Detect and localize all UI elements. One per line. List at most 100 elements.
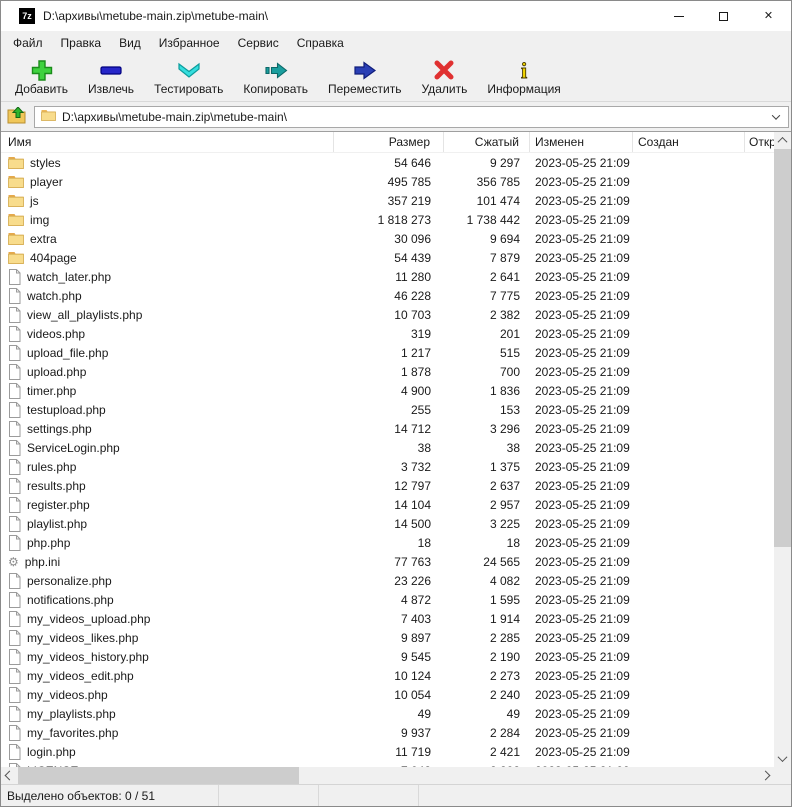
column-header-created[interactable]: Создан [633,132,745,152]
table-row[interactable]: ⚙ timer.php 4 900 1 836 2023-05-25 21:09 [1,381,774,400]
extract-button[interactable]: Извлечь [78,55,144,101]
add-button[interactable]: Добавить [5,55,78,101]
chevron-down-icon [772,111,780,119]
table-row[interactable]: ⚙ settings.php 14 712 3 296 2023-05-25 2… [1,419,774,438]
file-packed: 101 474 [444,194,530,208]
file-icon [8,364,21,380]
table-row[interactable]: ⚙ php.php 18 18 2023-05-25 21:09 [1,533,774,552]
file-modified: 2023-05-25 21:09 [530,327,633,341]
info-button[interactable]: i Информация [477,55,570,101]
column-header-modified[interactable]: Изменен [530,132,633,152]
file-size: 7 403 [334,612,444,626]
file-name: personalize.php [27,574,112,588]
menu-tools[interactable]: Сервис [229,33,288,53]
menu-favorites[interactable]: Избранное [150,33,229,53]
horizontal-scroll-thumb[interactable] [18,767,299,784]
table-row[interactable]: ⚙ 404page 54 439 7 879 2023-05-25 21:09 [1,248,774,267]
table-row[interactable]: ⚙ extra 30 096 9 694 2023-05-25 21:09 [1,229,774,248]
file-modified: 2023-05-25 21:09 [530,346,633,360]
scroll-right-button[interactable] [757,767,774,784]
delete-button[interactable]: Удалить [412,55,478,101]
file-packed: 2 190 [444,650,530,664]
file-list-panel: Имя Размер Сжатый Изменен Создан Откры ⚙… [1,131,791,784]
minimize-button[interactable] [656,1,701,31]
folder-icon [8,232,24,245]
close-button[interactable]: ✕ [746,1,791,31]
table-row[interactable]: ⚙ img 1 818 273 1 738 442 2023-05-25 21:… [1,210,774,229]
copy-button[interactable]: Копировать [233,55,318,101]
scroll-up-button[interactable] [774,132,791,149]
table-row[interactable]: ⚙ my_videos_history.php 9 545 2 190 2023… [1,647,774,666]
menu-help[interactable]: Справка [288,33,353,53]
file-name: rules.php [27,460,76,474]
table-row[interactable]: ⚙ my_videos.php 10 054 2 240 2023-05-25 … [1,685,774,704]
info-label: Информация [487,82,560,96]
address-combobox[interactable]: D:\архивы\metube-main.zip\metube-main\ [34,106,789,128]
table-row[interactable]: ⚙ my_videos_upload.php 7 403 1 914 2023-… [1,609,774,628]
chevron-left-icon [5,771,15,781]
table-row[interactable]: ⚙ view_all_playlists.php 10 703 2 382 20… [1,305,774,324]
table-row[interactable]: ⚙ js 357 219 101 474 2023-05-25 21:09 [1,191,774,210]
table-row[interactable]: ⚙ personalize.php 23 226 4 082 2023-05-2… [1,571,774,590]
vertical-scroll-thumb[interactable] [774,149,791,547]
file-modified: 2023-05-25 21:09 [530,213,633,227]
table-row[interactable]: ⚙ my_playlists.php 49 49 2023-05-25 21:0… [1,704,774,723]
parent-folder-button[interactable] [4,105,30,129]
table-row[interactable]: ⚙ my_videos_likes.php 9 897 2 285 2023-0… [1,628,774,647]
chevron-right-icon [761,771,771,781]
column-header-size[interactable]: Размер [334,132,444,152]
column-header-packed[interactable]: Сжатый [444,132,530,152]
menu-view[interactable]: Вид [110,33,150,53]
addressbar: D:\архивы\metube-main.zip\metube-main\ [1,102,791,131]
table-row[interactable]: ⚙ my_favorites.php 9 937 2 284 2023-05-2… [1,723,774,742]
table-row[interactable]: ⚙ watch.php 46 228 7 775 2023-05-25 21:0… [1,286,774,305]
status-selected-objects: Выделено объектов: 0 / 51 [1,785,218,806]
table-row[interactable]: ⚙ my_videos_edit.php 10 124 2 273 2023-0… [1,666,774,685]
vertical-scrollbar[interactable] [774,132,791,767]
column-header-accessed[interactable]: Откры [745,132,774,152]
column-header-name[interactable]: Имя [1,132,334,152]
file-packed: 1 914 [444,612,530,626]
file-size: 49 [334,707,444,721]
file-name: timer.php [27,384,76,398]
table-row[interactable]: ⚙ watch_later.php 11 280 2 641 2023-05-2… [1,267,774,286]
table-row[interactable]: ⚙ php.ini 77 763 24 565 2023-05-25 21:09 [1,552,774,571]
file-packed: 1 375 [444,460,530,474]
table-row[interactable]: ⚙ playlist.php 14 500 3 225 2023-05-25 2… [1,514,774,533]
test-button[interactable]: Тестировать [144,55,233,101]
table-row[interactable]: ⚙ results.php 12 797 2 637 2023-05-25 21… [1,476,774,495]
delete-x-icon [431,59,457,82]
table-row[interactable]: ⚙ register.php 14 104 2 957 2023-05-25 2… [1,495,774,514]
table-row[interactable]: ⚙ login.php 11 719 2 421 2023-05-25 21:0… [1,742,774,761]
maximize-button[interactable] [701,1,746,31]
combo-dropdown-button[interactable] [768,114,784,120]
menu-edit[interactable]: Правка [52,33,111,53]
file-modified: 2023-05-25 21:09 [530,745,633,759]
table-row[interactable]: ⚙ styles 54 646 9 297 2023-05-25 21:09 [1,153,774,172]
file-name: my_videos_history.php [27,650,149,664]
file-name: extra [30,232,57,246]
scroll-left-button[interactable] [1,767,18,784]
file-icon [8,725,21,741]
file-modified: 2023-05-25 21:09 [530,536,633,550]
menu-file[interactable]: Файл [4,33,52,53]
table-row[interactable]: ⚙ rules.php 3 732 1 375 2023-05-25 21:09 [1,457,774,476]
address-path: D:\архивы\metube-main.zip\metube-main\ [62,110,768,124]
table-row[interactable]: ⚙ upload.php 1 878 700 2023-05-25 21:09 [1,362,774,381]
file-size: 10 703 [334,308,444,322]
file-size: 4 900 [334,384,444,398]
move-button[interactable]: Переместить [318,55,412,101]
table-row[interactable]: ⚙ ServiceLogin.php 38 38 2023-05-25 21:0… [1,438,774,457]
file-name: watch_later.php [27,270,111,284]
horizontal-scrollbar[interactable] [1,767,774,784]
table-row[interactable]: ⚙ testupload.php 255 153 2023-05-25 21:0… [1,400,774,419]
file-packed: 2 284 [444,726,530,740]
table-row[interactable]: ⚙ notifications.php 4 872 1 595 2023-05-… [1,590,774,609]
table-row[interactable]: ⚙ player 495 785 356 785 2023-05-25 21:0… [1,172,774,191]
file-packed: 2 637 [444,479,530,493]
menubar: Файл Правка Вид Избранное Сервис Справка [1,31,791,55]
table-row[interactable]: ⚙ upload_file.php 1 217 515 2023-05-25 2… [1,343,774,362]
scroll-down-button[interactable] [774,750,791,767]
table-row[interactable]: ⚙ videos.php 319 201 2023-05-25 21:09 [1,324,774,343]
minimize-icon [674,16,684,17]
